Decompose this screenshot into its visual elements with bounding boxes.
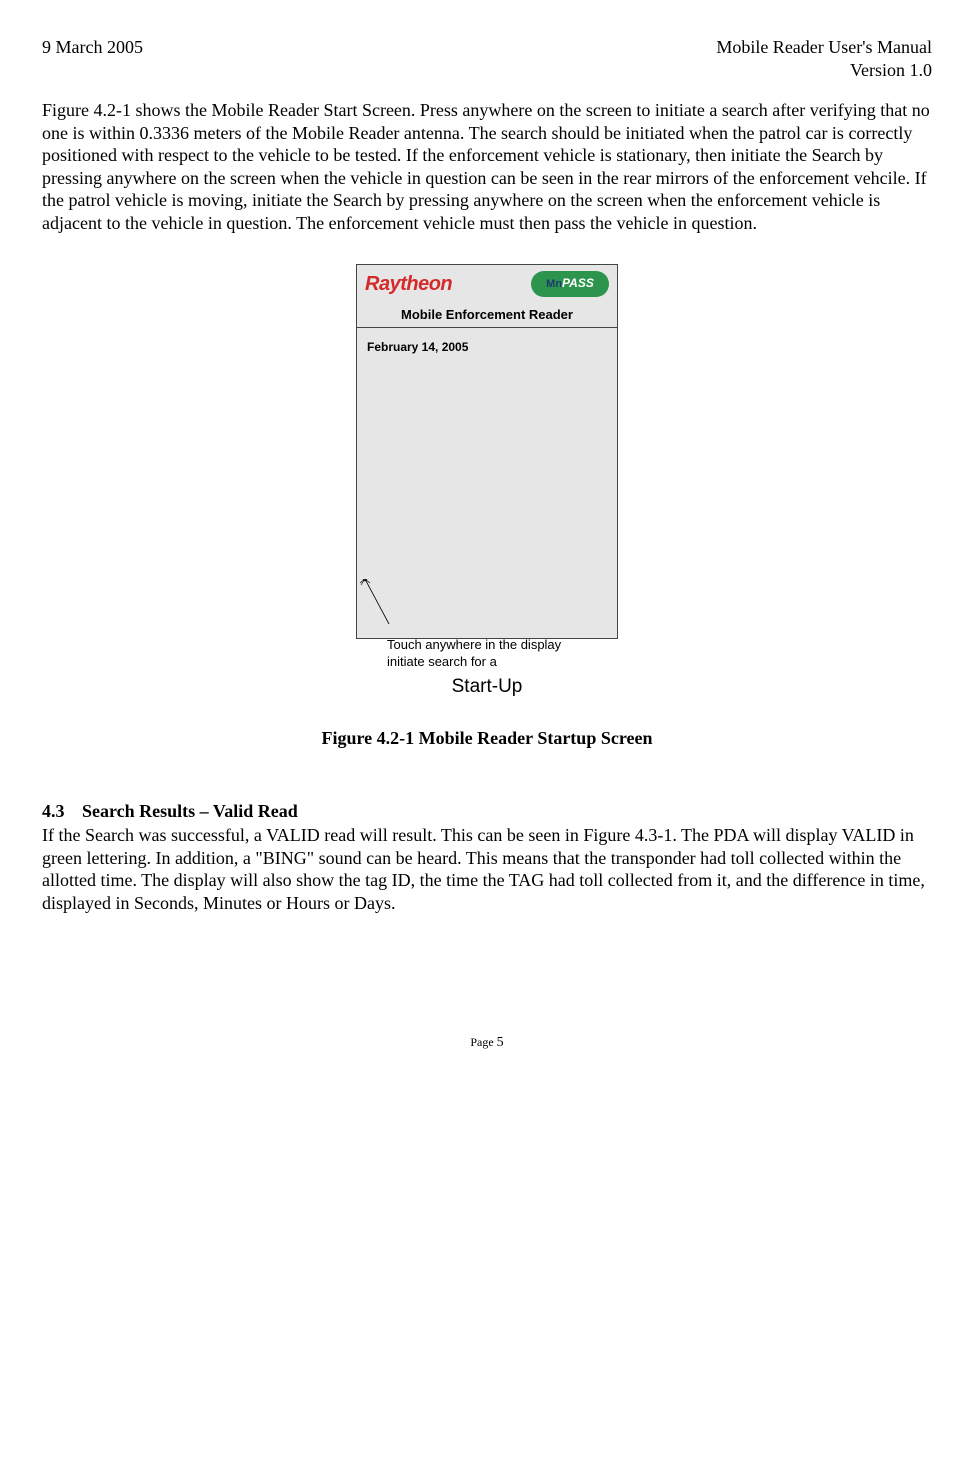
header-right: Mobile Reader User's Manual Version 1.0 (716, 36, 932, 81)
mnpass-logo: MnPASS (531, 271, 609, 297)
mnpass-logo-text: MnPASS (546, 276, 594, 292)
figure-startup-screen: Raytheon MnPASS Mobile Enforcement Reade… (42, 264, 932, 709)
footer-prefix: Page (470, 1035, 496, 1049)
callout-text: Touch anywhere in the display initiate s… (387, 637, 647, 670)
startup-label: Start-Up (452, 675, 523, 699)
figure-caption: Figure 4.2-1 Mobile Reader Startup Scree… (42, 727, 932, 750)
callout: Touch anywhere in the display initiate s… (337, 609, 637, 669)
pda-screen-header: Raytheon MnPASS Mobile Enforcement Reade… (357, 265, 617, 328)
section-heading: 4.3Search Results – Valid Read (42, 800, 932, 823)
pda-subtitle: Mobile Enforcement Reader (365, 307, 609, 323)
section-number: 4.3 (42, 800, 82, 823)
callout-line-2: initiate search for a (387, 654, 647, 670)
logo-row: Raytheon MnPASS (365, 271, 609, 297)
section-paragraph: If the Search was successful, a VALID re… (42, 824, 932, 914)
intro-paragraph: Figure 4.2-1 shows the Mobile Reader Sta… (42, 99, 932, 234)
section-title: Search Results – Valid Read (82, 801, 298, 821)
footer-page-number: 5 (497, 1035, 504, 1050)
page-header: 9 March 2005 Mobile Reader User's Manual… (42, 36, 932, 81)
header-date: 9 March 2005 (42, 36, 143, 81)
header-version: Version 1.0 (716, 59, 932, 82)
page-footer: Page 5 (42, 1034, 932, 1052)
header-title: Mobile Reader User's Manual (716, 36, 932, 59)
raytheon-logo: Raytheon (365, 272, 452, 297)
callout-leader-line (357, 579, 397, 634)
callout-line-1: Touch anywhere in the display (387, 637, 647, 653)
pda-date: February 14, 2005 (367, 340, 607, 355)
